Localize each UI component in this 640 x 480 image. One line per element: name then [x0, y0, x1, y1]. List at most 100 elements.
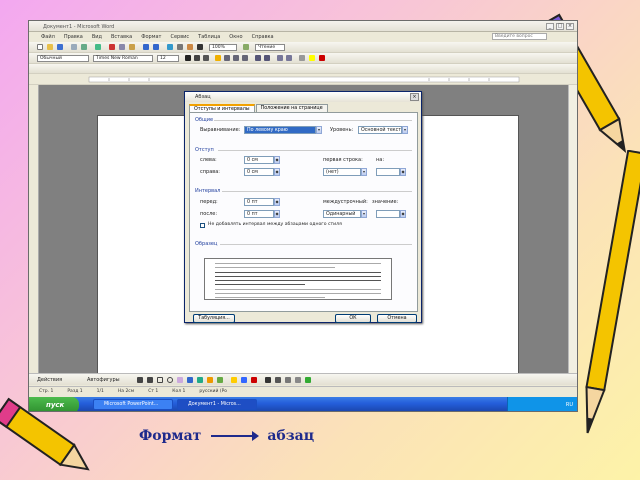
picture-icon[interactable]: [217, 377, 223, 383]
shadow-icon[interactable]: [295, 377, 301, 383]
help-search-input[interactable]: Введите вопрос: [492, 33, 547, 40]
justify-icon[interactable]: [242, 55, 248, 61]
close-button[interactable]: ×: [566, 23, 574, 30]
align-center-icon[interactable]: [224, 55, 230, 61]
indent-by-input[interactable]: [376, 168, 400, 176]
indent-right-label: справа:: [200, 169, 220, 175]
indent-right-spinner-icon[interactable]: ◆: [274, 168, 280, 176]
3d-icon[interactable]: [305, 377, 311, 383]
hyperlink-icon[interactable]: [167, 44, 173, 50]
menu-format[interactable]: Формат: [141, 34, 161, 40]
bullets-icon[interactable]: [264, 55, 270, 61]
start-button[interactable]: пуск: [29, 397, 79, 411]
spacing-after-input[interactable]: 0 пт: [244, 210, 274, 218]
oval-icon[interactable]: [167, 377, 173, 383]
spacing-before-input[interactable]: 0 пт: [244, 198, 274, 206]
print-icon[interactable]: [71, 44, 77, 50]
style-select[interactable]: Обычный: [37, 55, 89, 62]
task-powerpoint[interactable]: Microsoft PowerPoint...: [93, 399, 173, 410]
first-line-select[interactable]: (нет): [323, 168, 361, 176]
preview-icon[interactable]: [81, 44, 87, 50]
border-icon[interactable]: [299, 55, 305, 61]
maximize-button[interactable]: □: [556, 23, 564, 30]
menu-edit[interactable]: Правка: [64, 34, 83, 40]
menu-file[interactable]: Файл: [41, 34, 55, 40]
help-icon[interactable]: [243, 44, 249, 50]
columns-icon[interactable]: [187, 44, 193, 50]
arrow-style-icon[interactable]: [285, 377, 291, 383]
indent-left-spinner-icon[interactable]: ◆: [274, 156, 280, 164]
menu-table[interactable]: Таблица: [198, 34, 220, 40]
font-select[interactable]: Times New Roman: [93, 55, 153, 62]
spacing-value-spinner-icon[interactable]: ◆: [400, 210, 406, 218]
indent-icon[interactable]: [286, 55, 292, 61]
textbox-icon[interactable]: [177, 377, 183, 383]
outline-level-select[interactable]: Основной текст: [358, 126, 402, 134]
task-word[interactable]: Документ1 - Micros...: [177, 399, 257, 410]
underline-icon[interactable]: [203, 55, 209, 61]
menu-window[interactable]: Окно: [229, 34, 242, 40]
font-color-icon[interactable]: [319, 55, 325, 61]
menu-view[interactable]: Вид: [92, 34, 102, 40]
line-icon[interactable]: [137, 377, 143, 383]
read-mode-button[interactable]: Чтение: [255, 44, 285, 51]
tab-line-page-breaks[interactable]: Положение на странице: [255, 104, 328, 112]
outdent-icon[interactable]: [277, 55, 283, 61]
arrow-icon[interactable]: [147, 377, 153, 383]
alignment-select[interactable]: По левому краю: [244, 126, 316, 134]
bold-icon[interactable]: [185, 55, 191, 61]
spelling-icon[interactable]: [95, 44, 101, 50]
arrow-right-icon: [211, 431, 260, 441]
rectangle-icon[interactable]: [157, 377, 163, 383]
line-spacing-select[interactable]: Одинарный: [323, 210, 361, 218]
diagram-icon[interactable]: [197, 377, 203, 383]
indent-left-input[interactable]: 0 см: [244, 156, 274, 164]
open-icon[interactable]: [47, 44, 53, 50]
cut-icon[interactable]: [109, 44, 115, 50]
paste-icon[interactable]: [129, 44, 135, 50]
first-line-dropdown-icon[interactable]: ▾: [361, 168, 367, 176]
fill-color-icon[interactable]: [231, 377, 237, 383]
cancel-button[interactable]: Отмена: [377, 314, 417, 323]
menu-insert[interactable]: Вставка: [111, 34, 132, 40]
actions-menu[interactable]: Действия: [37, 377, 62, 383]
dialog-close-button[interactable]: ×: [410, 93, 419, 101]
save-icon[interactable]: [57, 44, 63, 50]
italic-icon[interactable]: [194, 55, 200, 61]
indent-right-input[interactable]: 0 см: [244, 168, 274, 176]
outline-level-dropdown-icon[interactable]: ▾: [402, 126, 408, 134]
paragraph-marks-icon[interactable]: [197, 44, 203, 50]
taskbar: пуск Microsoft PowerPoint... Документ1 -…: [29, 397, 577, 411]
table-icon[interactable]: [177, 44, 183, 50]
spacing-value-input[interactable]: [376, 210, 400, 218]
line-color-icon[interactable]: [241, 377, 247, 383]
line-spacing-dropdown-icon[interactable]: ▾: [361, 210, 367, 218]
spacing-before-spinner-icon[interactable]: ◆: [274, 198, 280, 206]
vertical-scrollbar[interactable]: [568, 85, 577, 385]
no-space-checkbox[interactable]: [200, 223, 205, 228]
align-right-icon[interactable]: [233, 55, 239, 61]
minimize-button[interactable]: _: [546, 23, 554, 30]
tabs-button[interactable]: Табуляция...: [193, 314, 235, 323]
menu-help[interactable]: Справка: [252, 34, 274, 40]
dash-style-icon[interactable]: [275, 377, 281, 383]
spacing-after-spinner-icon[interactable]: ◆: [274, 210, 280, 218]
font-size-select[interactable]: 12: [157, 55, 179, 62]
undo-icon[interactable]: [143, 44, 149, 50]
redo-icon[interactable]: [153, 44, 159, 50]
alignment-dropdown-icon[interactable]: ▾: [316, 126, 322, 134]
zoom-select[interactable]: 100%: [209, 44, 237, 51]
copy-icon[interactable]: [119, 44, 125, 50]
ok-button[interactable]: ОК: [335, 314, 371, 323]
menu-tools[interactable]: Сервис: [170, 34, 189, 40]
indent-by-spinner-icon[interactable]: ◆: [400, 168, 406, 176]
highlight-icon[interactable]: [309, 55, 315, 61]
numbering-icon[interactable]: [255, 55, 261, 61]
line-style-icon[interactable]: [265, 377, 271, 383]
clipart-icon[interactable]: [207, 377, 213, 383]
wordart-icon[interactable]: [187, 377, 193, 383]
new-icon[interactable]: [37, 44, 43, 50]
text-color-icon[interactable]: [251, 377, 257, 383]
align-left-icon[interactable]: [215, 55, 221, 61]
autoshapes-menu[interactable]: Автофигуры: [87, 377, 120, 383]
